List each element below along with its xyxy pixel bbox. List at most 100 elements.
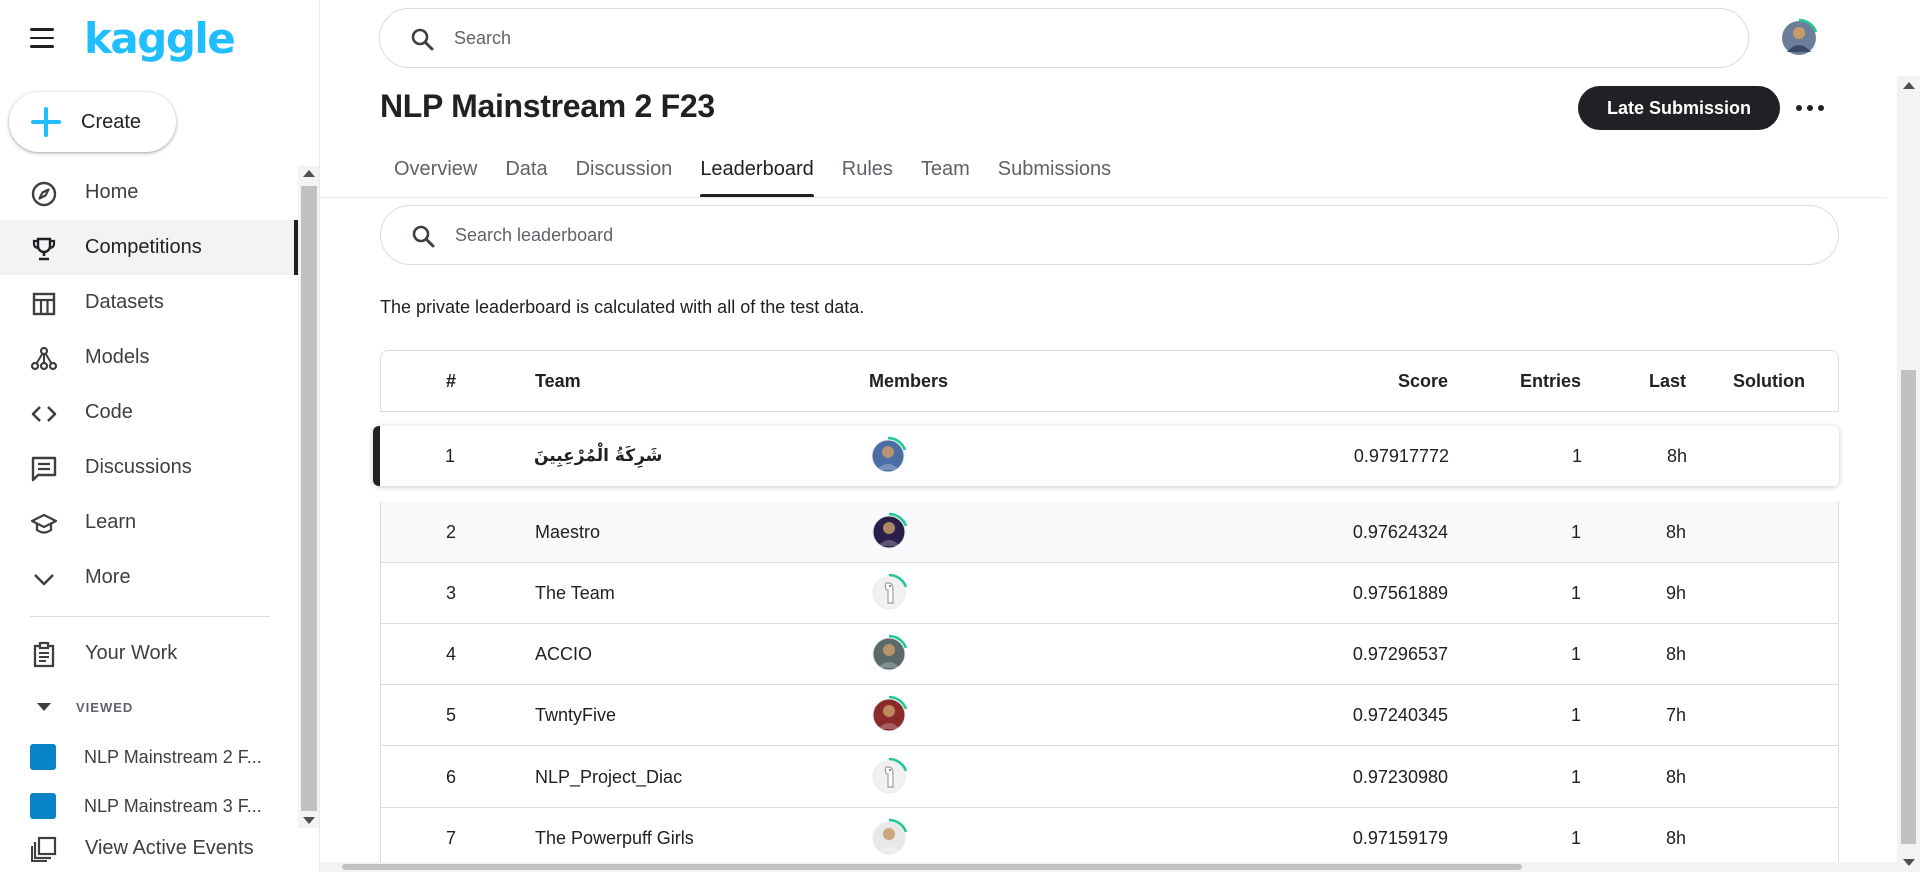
tab-leaderboard[interactable]: Leaderboard — [686, 148, 827, 198]
tab-rules[interactable]: Rules — [828, 148, 907, 198]
team-name-cell[interactable]: TwntyFive — [535, 685, 616, 745]
learn-cap-icon — [30, 513, 58, 534]
sidebar-item-models[interactable]: Models — [0, 330, 298, 385]
models-icon — [30, 346, 58, 371]
column-header-rank[interactable]: # — [381, 351, 521, 411]
column-header-score[interactable]: Score — [1398, 351, 1448, 411]
create-button[interactable]: Create — [9, 92, 176, 152]
sidebar-item-view-active-events[interactable]: View Active Events — [0, 825, 298, 872]
member-avatar[interactable] — [869, 695, 909, 735]
team-name-cell[interactable]: ACCIO — [535, 624, 592, 684]
rank-cell: 4 — [445, 643, 456, 664]
team-name-cell[interactable]: NLP_Project_Diac — [535, 747, 682, 807]
leaderboard-search — [380, 205, 1839, 265]
late-submission-button[interactable]: Late Submission — [1578, 86, 1780, 130]
stacked-pages-icon — [31, 836, 57, 862]
member-avatar[interactable] — [869, 818, 909, 858]
viewed-section-toggle[interactable]: VIEWED — [30, 697, 133, 717]
tab-team[interactable]: Team — [907, 148, 984, 198]
sidebar-item-more[interactable]: More — [0, 550, 298, 605]
horizontal-scrollbar[interactable] — [320, 862, 1897, 872]
trophy-icon — [32, 237, 56, 261]
entries-cell: 1 — [1570, 704, 1581, 725]
column-header-members: Members — [869, 370, 949, 391]
leaderboard-search-input[interactable] — [455, 220, 1755, 250]
scroll-down-arrow-icon[interactable] — [303, 817, 315, 824]
sidebar-item-competitions[interactable]: Competitions — [0, 220, 298, 275]
member-avatar[interactable] — [869, 757, 909, 797]
sidebar-item-your-work[interactable]: Your Work — [0, 626, 298, 681]
team-name-cell[interactable]: The Powerpuff Girls — [535, 808, 694, 868]
last-submission-cell: 7h — [1665, 704, 1686, 725]
rank-cell: 6 — [445, 766, 456, 787]
sidebar: kaggle Create Home Competitions Datasets… — [0, 0, 320, 872]
column-header-last[interactable]: Last — [1649, 351, 1686, 411]
tab-submissions[interactable]: Submissions — [984, 148, 1125, 198]
table-row[interactable]: 3 The Team 0.97561889 1 9h — [380, 563, 1839, 624]
user-avatar[interactable] — [1779, 18, 1819, 58]
last-submission-cell: 8h — [1665, 521, 1686, 542]
table-row[interactable]: 7 The Powerpuff Girls 0.97159179 1 8h — [380, 808, 1839, 869]
sidebar-item-datasets[interactable]: Datasets — [0, 275, 298, 330]
sidebar-item-home[interactable]: Home — [0, 165, 298, 220]
member-avatar[interactable] — [869, 573, 909, 613]
team-name-cell[interactable]: شَرِكَةُ الْمُرْعِبِينَ — [534, 426, 662, 486]
viewed-item[interactable]: NLP Mainstream 2 F... — [0, 734, 298, 780]
members-cell — [869, 624, 909, 684]
caret-down-icon — [37, 703, 51, 711]
tab-data[interactable]: Data — [491, 148, 561, 198]
more-options-icon[interactable] — [1796, 96, 1824, 120]
scrollbar-thumb[interactable] — [1901, 370, 1916, 844]
column-header-solution: Solution — [1733, 370, 1805, 391]
sidebar-scrollbar[interactable] — [298, 166, 319, 828]
team-name-cell[interactable]: The Team — [535, 563, 615, 623]
score-cell: 0.97624324 — [1352, 521, 1448, 542]
entries-cell: 1 — [1570, 582, 1581, 603]
member-avatar[interactable] — [868, 436, 908, 476]
viewed-item-label: NLP Mainstream 2 F... — [84, 746, 262, 767]
members-cell — [869, 685, 909, 745]
viewed-item[interactable]: NLP Mainstream 3 F... — [0, 783, 298, 829]
table-row[interactable]: 1 شَرِكَةُ الْمُرْعِبِينَ 0.97917772 1 8h — [373, 426, 1839, 486]
sidebar-item-label: Models — [85, 346, 150, 368]
score-cell: 0.97917772 — [1353, 445, 1449, 466]
team-name-cell[interactable]: Maestro — [535, 502, 600, 562]
members-cell — [869, 502, 909, 562]
score-cell: 0.97561889 — [1352, 582, 1448, 603]
scroll-up-arrow-icon[interactable] — [303, 170, 315, 177]
kaggle-logo[interactable]: kaggle — [84, 14, 236, 63]
members-cell — [869, 808, 909, 868]
sidebar-item-label: Learn — [85, 511, 137, 533]
viewed-header: VIEWED — [76, 699, 134, 715]
scroll-up-arrow-icon[interactable] — [1903, 82, 1915, 89]
rank-cell: 1 — [444, 445, 455, 466]
rank-cell: 5 — [445, 704, 456, 725]
column-header-entries[interactable]: Entries — [1520, 351, 1581, 411]
last-submission-cell: 8h — [1666, 445, 1687, 466]
competition-tabs: Overview Data Discussion Leaderboard Rul… — [380, 148, 1125, 198]
search-icon — [412, 225, 435, 248]
compass-icon — [31, 181, 57, 207]
column-header-team[interactable]: Team — [535, 351, 581, 411]
member-avatar[interactable] — [869, 634, 909, 674]
table-row[interactable]: 5 TwntyFive 0.97240345 1 7h — [380, 685, 1839, 746]
page-scrollbar[interactable] — [1897, 76, 1920, 872]
member-avatar[interactable] — [869, 512, 909, 552]
sidebar-item-learn[interactable]: Learn — [0, 495, 298, 550]
sidebar-item-discussions[interactable]: Discussions — [0, 440, 298, 495]
table-row[interactable]: 6 NLP_Project_Diac 0.97230980 1 8h — [380, 747, 1839, 808]
entries-cell: 1 — [1570, 827, 1581, 848]
site-search-input[interactable] — [454, 23, 1654, 53]
leaderboard-header-row: # Team Members Score Entries Last Soluti… — [380, 350, 1839, 412]
scrollbar-thumb[interactable] — [342, 864, 1522, 870]
tab-discussion[interactable]: Discussion — [562, 148, 687, 198]
table-row[interactable]: 2 Maestro 0.97624324 1 8h — [380, 502, 1839, 563]
sidebar-item-label: Home — [85, 181, 139, 203]
table-row[interactable]: 4 ACCIO 0.97296537 1 8h — [380, 624, 1839, 685]
sidebar-nav: Home Competitions Datasets Models Code D… — [0, 165, 298, 605]
menu-icon[interactable] — [30, 28, 54, 48]
sidebar-item-code[interactable]: Code — [0, 385, 298, 440]
tab-overview[interactable]: Overview — [380, 148, 491, 198]
scrollbar-thumb[interactable] — [301, 186, 317, 811]
scroll-down-arrow-icon[interactable] — [1903, 859, 1915, 866]
